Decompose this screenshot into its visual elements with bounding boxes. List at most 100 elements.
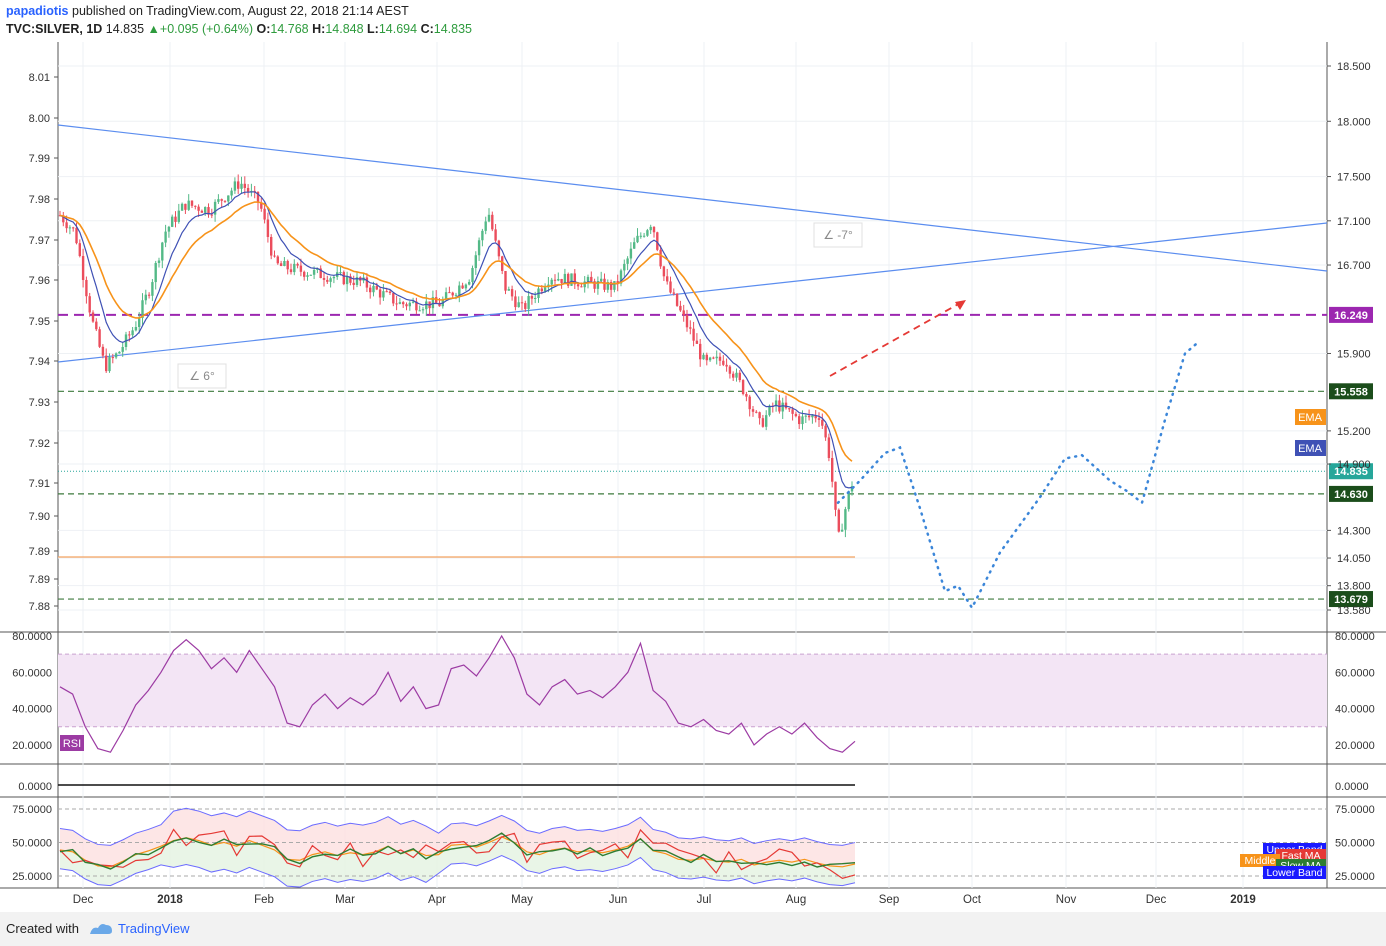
candle-down xyxy=(266,219,270,237)
candle-down xyxy=(603,278,606,290)
right-tick-label: 15.900 xyxy=(1337,348,1371,360)
candle-down xyxy=(788,408,791,410)
bb-tick-label: 25.0000 xyxy=(1335,871,1375,883)
candle-down xyxy=(807,415,811,418)
plot-bg xyxy=(58,42,1327,888)
candle-down xyxy=(821,419,824,426)
ema-tag-label: EMA xyxy=(1298,412,1323,424)
candle-down xyxy=(751,409,755,412)
right-tick-label: 13.800 xyxy=(1337,581,1371,593)
chart-frame xyxy=(0,42,1386,889)
candle-down xyxy=(510,289,514,297)
symbol-label[interactable]: TVC:SILVER, 1D xyxy=(6,22,102,36)
tradingview-logo-icon xyxy=(90,924,112,934)
high-label: H: xyxy=(312,22,326,36)
candle-down xyxy=(682,310,685,315)
candle-down xyxy=(689,327,692,329)
up-triangle-icon: ▲ xyxy=(147,22,160,36)
candle-down xyxy=(514,296,517,308)
candle-down xyxy=(378,289,382,298)
candle-up xyxy=(626,258,629,264)
candle-down xyxy=(105,355,108,372)
right-tick-label: 17.500 xyxy=(1337,172,1371,184)
low-label: L: xyxy=(367,22,379,36)
candle-up xyxy=(372,285,375,293)
candle-down xyxy=(755,411,758,413)
candle-down xyxy=(190,200,194,206)
candle-up xyxy=(382,291,385,298)
momentum-tick-label: 0.0000 xyxy=(18,781,52,793)
candle-up xyxy=(398,302,402,304)
candle-up xyxy=(623,263,626,271)
candle-down xyxy=(576,284,580,287)
candle-down xyxy=(669,281,672,293)
candle-up xyxy=(600,278,603,282)
candle-down xyxy=(784,402,788,409)
candle-down xyxy=(299,265,303,272)
candle-up xyxy=(161,242,164,261)
candle-down xyxy=(745,394,748,397)
candle-up xyxy=(633,242,636,249)
rsi-tag: RSI xyxy=(60,735,84,751)
author-link[interactable]: papadiotis xyxy=(6,4,69,18)
tradingview-brand-link[interactable]: TradingView xyxy=(118,921,190,936)
angle-label: ∠ -7° xyxy=(823,228,853,242)
candle-down xyxy=(147,294,151,296)
right-tick-label: 18.000 xyxy=(1337,116,1371,128)
candle-up xyxy=(629,248,633,259)
candle-down xyxy=(699,343,702,360)
candle-down xyxy=(520,302,524,304)
candle-up xyxy=(144,294,147,301)
candle-down xyxy=(237,181,240,189)
candle-up xyxy=(636,235,639,243)
left-tick-label: 7.89 xyxy=(29,574,50,586)
x-tick-label: 2018 xyxy=(157,894,183,906)
candle-up xyxy=(484,221,487,231)
candle-down xyxy=(837,509,840,532)
right-tick-label: 16.700 xyxy=(1337,260,1371,272)
candle-down xyxy=(174,216,177,222)
low-value: 14.694 xyxy=(378,22,418,36)
left-tick-label: 7.95 xyxy=(29,316,50,328)
left-tick-label: 7.99 xyxy=(29,153,50,165)
bb-tick-label: 75.0000 xyxy=(1335,804,1375,816)
bb-legend-label: Lower Band xyxy=(1266,867,1322,879)
right-tick-label: 18.500 xyxy=(1337,61,1371,73)
bb-tick-label: 25.0000 xyxy=(12,871,52,883)
candle-up xyxy=(151,282,154,296)
candle-up xyxy=(781,402,784,412)
candle-down xyxy=(223,200,227,202)
candle-down xyxy=(448,292,451,294)
candle-down xyxy=(497,240,501,257)
candle-down xyxy=(504,270,507,291)
close-value: 14.835 xyxy=(433,22,472,36)
x-tick-label: Sep xyxy=(879,894,899,906)
left-tick-label: 7.98 xyxy=(29,194,50,206)
candle-down xyxy=(712,357,715,359)
candle-down xyxy=(98,329,101,347)
candle-up xyxy=(177,210,180,222)
x-tick-label: May xyxy=(511,894,533,906)
left-tick-label: 8.01 xyxy=(29,72,50,84)
bb-tick-label: 75.0000 xyxy=(12,804,52,816)
right-tick-label: 14.050 xyxy=(1337,553,1371,565)
candle-down xyxy=(666,276,669,282)
candle-down xyxy=(451,292,454,296)
candle-up xyxy=(293,263,296,273)
candle-down xyxy=(326,279,329,282)
bb-legend-tag: Lower Band xyxy=(1263,866,1326,879)
candle-down xyxy=(184,203,187,210)
candle-up xyxy=(715,356,718,359)
candle-down xyxy=(553,279,557,281)
candle-up xyxy=(563,273,567,284)
right-tick-label: 15.200 xyxy=(1337,426,1371,438)
left-tick-label: 7.91 xyxy=(29,478,50,490)
momentum-tick-label: 0.0000 xyxy=(1335,781,1369,793)
price-chart[interactable]: 16.24915.55814.83514.63013.679 ∠ -7°∠ 6°… xyxy=(0,42,1386,912)
candle-down xyxy=(385,291,388,293)
x-tick-label: Mar xyxy=(335,894,355,906)
x-tick-label: Jul xyxy=(697,894,712,906)
level-price-label: 16.249 xyxy=(1334,310,1368,322)
rsi-tick-label: 20.0000 xyxy=(1335,740,1375,752)
candle-up xyxy=(458,285,461,295)
